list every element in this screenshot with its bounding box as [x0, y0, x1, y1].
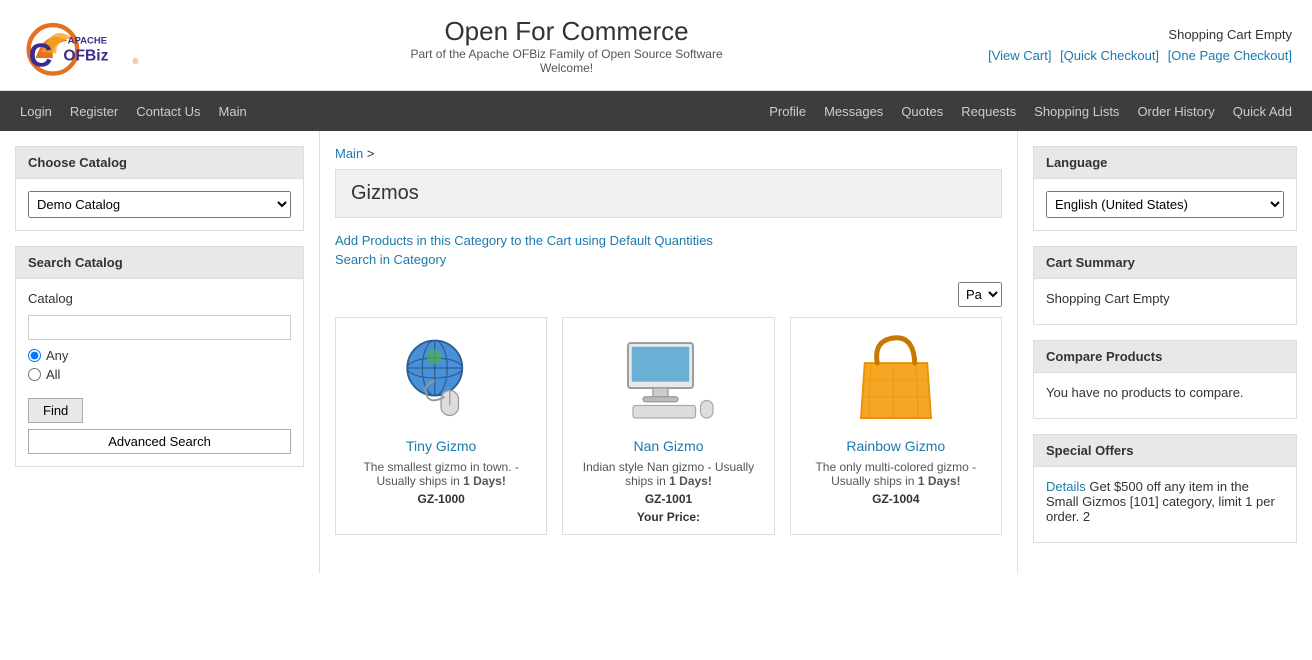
nav-contact[interactable]: Contact Us: [136, 104, 200, 119]
nav-order-history[interactable]: Order History: [1137, 104, 1214, 119]
quick-checkout-link[interactable]: [Quick Checkout]: [1060, 48, 1159, 63]
cart-summary-body: Shopping Cart Empty: [1034, 279, 1296, 324]
product-id-2: GZ-1004: [801, 492, 991, 506]
product-card-1: Nan Gizmo Indian style Nan gizmo - Usual…: [562, 317, 774, 535]
product-price-1: Your Price:: [573, 510, 763, 524]
search-catalog-body: Catalog Any All Find Advanced Search: [16, 279, 303, 466]
cart-summary-section: Cart Summary Shopping Cart Empty: [1033, 246, 1297, 325]
breadcrumb: Main >: [335, 146, 1002, 161]
tiny-gizmo-image: [391, 328, 491, 428]
site-subtitle1: Part of the Apache OFBiz Family of Open …: [150, 47, 983, 61]
site-title: Open For Commerce: [150, 16, 983, 47]
nav-quotes[interactable]: Quotes: [901, 104, 943, 119]
products-grid: Tiny Gizmo The smallest gizmo in town. -…: [335, 317, 1002, 535]
sidebar: Choose Catalog Demo Catalog Search Catal…: [0, 131, 320, 573]
choose-catalog-section: Choose Catalog Demo Catalog: [15, 146, 304, 231]
find-button[interactable]: Find: [28, 398, 83, 423]
product-image-2: [846, 328, 946, 428]
nav-profile[interactable]: Profile: [769, 104, 806, 119]
nav-login[interactable]: Login: [20, 104, 52, 119]
radio-all[interactable]: [28, 368, 41, 381]
search-catalog-title: Search Catalog: [16, 247, 303, 279]
view-cart-link[interactable]: [View Cart]: [988, 48, 1051, 63]
special-offers-body: Details Get $500 off any item in the Sma…: [1034, 467, 1296, 542]
logo-area: C APACHE OFBiz ®: [20, 10, 150, 80]
language-select[interactable]: English (United States): [1046, 191, 1284, 218]
catalog-select[interactable]: Demo Catalog: [28, 191, 291, 218]
language-section: Language English (United States): [1033, 146, 1297, 231]
radio-any[interactable]: [28, 349, 41, 362]
product-card-0: Tiny Gizmo The smallest gizmo in town. -…: [335, 317, 547, 535]
svg-text:APACHE: APACHE: [68, 35, 107, 46]
category-header: Gizmos: [335, 169, 1002, 218]
navigation: Login Register Contact Us Main Profile M…: [0, 91, 1312, 131]
product-desc-0: The smallest gizmo in town. - Usually sh…: [346, 460, 536, 488]
product-image-0: [391, 328, 491, 428]
product-desc-2: The only multi-colored gizmo - Usually s…: [801, 460, 991, 488]
svg-text:C: C: [29, 37, 53, 74]
radio-all-label: All: [28, 367, 291, 382]
product-id-0: GZ-1000: [346, 492, 536, 506]
nav-shopping-lists[interactable]: Shopping Lists: [1034, 104, 1119, 119]
right-panel: Language English (United States) Cart Su…: [1017, 131, 1312, 573]
special-offers-title: Special Offers: [1034, 435, 1296, 467]
svg-text:OFBiz: OFBiz: [63, 48, 108, 65]
cart-status: Shopping Cart Empty: [983, 27, 1292, 42]
category-name: Gizmos: [351, 182, 986, 205]
header-right: Shopping Cart Empty [View Cart] [Quick C…: [983, 27, 1292, 63]
compare-products-message: You have no products to compare.: [1046, 385, 1284, 400]
cart-links: [View Cart] [Quick Checkout] [One Page C…: [983, 48, 1292, 63]
product-id-1: GZ-1001: [573, 492, 763, 506]
header: C APACHE OFBiz ® Open For Commerce Part …: [0, 0, 1312, 91]
cart-summary-title: Cart Summary: [1034, 247, 1296, 279]
header-center: Open For Commerce Part of the Apache OFB…: [150, 16, 983, 75]
product-name-0: Tiny Gizmo: [346, 438, 536, 454]
product-card-2: Rainbow Gizmo The only multi-colored giz…: [790, 317, 1002, 535]
radio-any-label: Any: [28, 348, 291, 363]
language-title: Language: [1034, 147, 1296, 179]
pagination-select[interactable]: Pa: [958, 282, 1002, 307]
main-content: Main > Gizmos Add Products in this Categ…: [320, 131, 1017, 573]
compare-products-body: You have no products to compare.: [1034, 373, 1296, 418]
product-name-2: Rainbow Gizmo: [801, 438, 991, 454]
nan-gizmo-image: [618, 328, 718, 428]
product-image-1: [618, 328, 718, 428]
language-body: English (United States): [1034, 179, 1296, 230]
catalog-search-label: Catalog: [28, 291, 291, 306]
logo: C APACHE OFBiz ®: [20, 10, 150, 80]
site-subtitle2: Welcome!: [150, 61, 983, 75]
special-offers-section: Special Offers Details Get $500 off any …: [1033, 434, 1297, 543]
special-offers-details-link[interactable]: Details: [1046, 479, 1086, 494]
nav-register[interactable]: Register: [70, 104, 118, 119]
pagination-bar: Pa: [335, 282, 1002, 307]
product-name-1: Nan Gizmo: [573, 438, 763, 454]
choose-catalog-body: Demo Catalog: [16, 179, 303, 230]
catalog-search-input[interactable]: [28, 315, 291, 340]
content: Choose Catalog Demo Catalog Search Catal…: [0, 131, 1312, 573]
rainbow-gizmo-image: [846, 328, 946, 428]
one-page-checkout-link[interactable]: [One Page Checkout]: [1168, 48, 1292, 63]
search-catalog-section: Search Catalog Catalog Any All Find Adv: [15, 246, 304, 467]
svg-text:®: ®: [133, 57, 139, 66]
breadcrumb-separator: >: [367, 146, 375, 161]
compare-products-section: Compare Products You have no products to…: [1033, 340, 1297, 419]
search-in-category-link[interactable]: Search in Category: [335, 252, 1002, 267]
nav-main[interactable]: Main: [219, 104, 247, 119]
cart-summary-status: Shopping Cart Empty: [1046, 291, 1284, 306]
product-desc-1: Indian style Nan gizmo - Usually ships i…: [573, 460, 763, 488]
nav-right: Profile Messages Quotes Requests Shoppin…: [769, 104, 1292, 119]
nav-messages[interactable]: Messages: [824, 104, 883, 119]
nav-quick-add[interactable]: Quick Add: [1233, 104, 1292, 119]
nav-requests[interactable]: Requests: [961, 104, 1016, 119]
category-links: Add Products in this Category to the Car…: [335, 233, 1002, 267]
search-radio-group: Any All: [28, 348, 291, 382]
add-products-link[interactable]: Add Products in this Category to the Car…: [335, 233, 1002, 248]
choose-catalog-title: Choose Catalog: [16, 147, 303, 179]
breadcrumb-main[interactable]: Main: [335, 146, 363, 161]
advanced-search-button[interactable]: Advanced Search: [28, 429, 291, 454]
nav-left: Login Register Contact Us Main: [20, 104, 247, 119]
compare-products-title: Compare Products: [1034, 341, 1296, 373]
